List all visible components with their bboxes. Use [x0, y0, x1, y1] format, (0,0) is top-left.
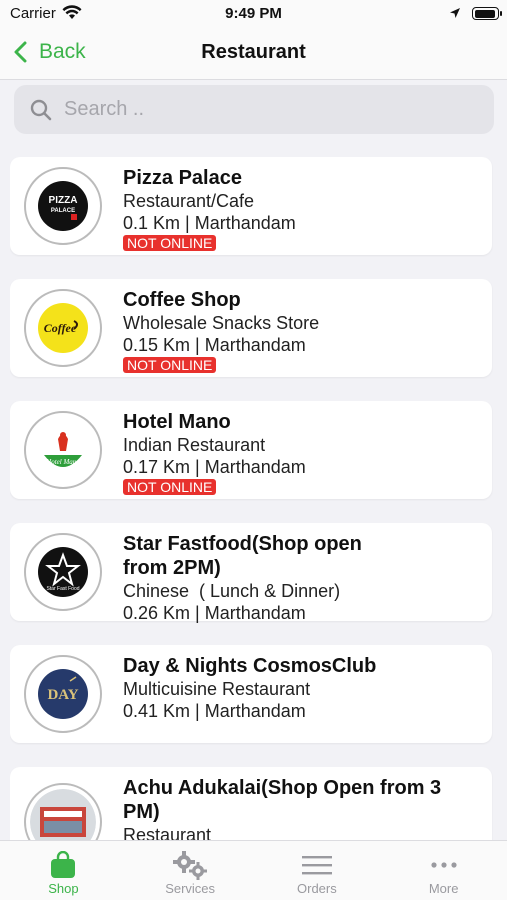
- restaurant-logo: [24, 783, 102, 840]
- restaurant-card-achu-adukalai[interactable]: Achu Adukalai(Shop Open from 3 PM) Resta…: [10, 767, 492, 840]
- restaurant-category: Indian Restaurant: [123, 435, 266, 455]
- status-bar: Carrier 9:49 PM: [0, 0, 507, 28]
- search-bar: [14, 85, 494, 134]
- restaurant-name: Coffee Shop: [123, 289, 241, 311]
- location-arrow-icon: [449, 6, 461, 23]
- achu-adukalai-logo: [30, 789, 96, 840]
- tab-shop[interactable]: Shop: [0, 841, 127, 900]
- svg-text:Star Fast Food: Star Fast Food: [46, 586, 79, 592]
- tab-label: More: [428, 881, 459, 896]
- restaurant-list: PIZZA PALACE Pizza Palace Restaurant/Caf…: [10, 146, 494, 840]
- restaurant-card-coffee-shop[interactable]: Coffee Coffee Shop Wholesale Snacks Stor…: [10, 279, 492, 377]
- tab-services[interactable]: Services: [127, 841, 254, 900]
- restaurant-category: Restaurant/Cafe: [123, 191, 255, 211]
- restaurant-logo: Hotel Mano: [24, 411, 102, 489]
- page-title: Restaurant: [201, 41, 306, 63]
- restaurant-name: Day & Nights CosmosClub: [123, 655, 377, 677]
- star-fastfood-logo: Star Fast Food: [30, 539, 96, 605]
- restaurant-logo: Star Fast Food: [24, 533, 102, 611]
- restaurant-logo: Coffee: [24, 289, 102, 367]
- coffee-shop-logo: Coffee: [30, 295, 96, 361]
- svg-text:PALACE: PALACE: [51, 208, 75, 214]
- svg-text:Coffee: Coffee: [44, 321, 77, 335]
- status-badge: NOT ONLINE: [123, 235, 217, 251]
- restaurant-logo: DAY: [24, 655, 102, 733]
- restaurant-logo: PIZZA PALACE: [24, 167, 102, 245]
- restaurant-distance: 0.41 Km | Marthandam: [123, 701, 306, 721]
- restaurant-category: Multicuisine Restaurant: [123, 679, 311, 699]
- restaurant-category: Restaurant: [123, 825, 212, 840]
- logo-text: PIZZA: [49, 195, 78, 206]
- restaurant-distance: 0.15 Km | Marthandam: [123, 335, 306, 355]
- gears-icon: [170, 849, 210, 881]
- tab-orders[interactable]: Orders: [254, 841, 381, 900]
- pizza-palace-logo: PIZZA PALACE: [30, 173, 96, 239]
- tab-label: Shop: [48, 881, 79, 896]
- tab-label: Services: [165, 881, 216, 896]
- tab-bar: Shop Services Orders More: [0, 840, 507, 900]
- status-badge: NOT ONLINE: [123, 479, 217, 495]
- search-icon: [30, 99, 52, 121]
- clock: 9:49 PM: [225, 5, 282, 22]
- restaurant-card-star-fastfood[interactable]: Star Fast Food Star Fastfood(Shop open f…: [10, 523, 492, 623]
- restaurant-name: Achu Adukalai(Shop Open from 3 PM): [123, 777, 442, 823]
- restaurant-distance: 0.26 Km | Marthandam: [123, 603, 306, 623]
- tab-more[interactable]: More: [380, 841, 507, 900]
- restaurant-distance: 0.17 Km | Marthandam: [123, 457, 306, 477]
- tab-label: Orders: [297, 881, 337, 896]
- restaurant-distance: 0.1 Km | Marthandam: [123, 213, 296, 233]
- hotel-mano-logo: Hotel Mano: [30, 417, 96, 483]
- restaurant-name: Pizza Palace: [123, 167, 242, 189]
- restaurant-category: Wholesale Snacks Store: [123, 313, 320, 333]
- restaurant-card-pizza-palace[interactable]: PIZZA PALACE Pizza Palace Restaurant/Caf…: [10, 157, 492, 255]
- search-input[interactable]: [64, 98, 444, 121]
- restaurant-card-day-nights-cosmosclub[interactable]: DAY Day & Nights CosmosClub Multicuisine…: [10, 645, 492, 743]
- restaurant-name: Star Fastfood(Shop open from 2PM): [123, 533, 362, 579]
- svg-text:DAY: DAY: [47, 687, 78, 703]
- svg-text:Hotel Mano: Hotel Mano: [45, 458, 80, 466]
- day-nights-logo: DAY: [30, 661, 96, 727]
- restaurant-name: Hotel Mano: [123, 411, 231, 433]
- status-badge: NOT ONLINE: [123, 357, 217, 373]
- navigation-bar: Back Restaurant: [0, 28, 507, 80]
- shopping-bag-icon: [50, 849, 76, 881]
- battery-icon: [472, 7, 502, 20]
- restaurant-category: Chinese ( Lunch & Dinner): [123, 581, 341, 601]
- restaurant-card-hotel-mano[interactable]: Hotel Mano Hotel Mano Indian Restaurant …: [10, 401, 492, 499]
- list-lines-icon: [301, 849, 332, 881]
- ellipsis-icon: [430, 849, 458, 881]
